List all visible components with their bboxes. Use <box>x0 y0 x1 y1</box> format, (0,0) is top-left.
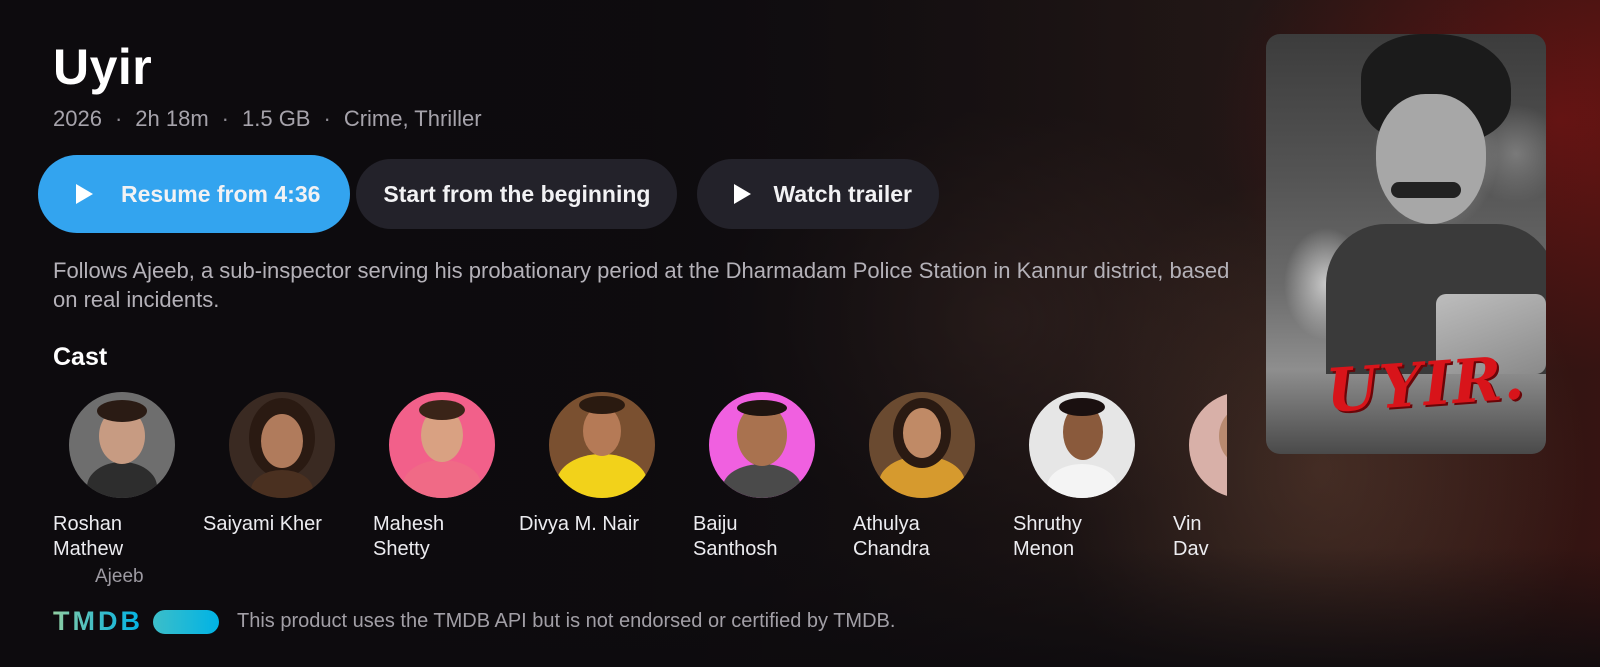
movie-meta: 2026 · 2h 18m · 1.5 GB · Crime, Thriller <box>53 106 482 132</box>
avatar <box>69 392 175 498</box>
avatar <box>1189 392 1227 498</box>
avatar <box>1029 392 1135 498</box>
play-icon <box>734 184 752 204</box>
cast-member[interactable]: Divya M. Nair <box>519 392 683 537</box>
cast-member[interactable]: Roshan Mathew Ajeeb <box>53 392 203 588</box>
avatar <box>229 392 335 498</box>
start-label: Start from the beginning <box>383 180 651 207</box>
cast-member[interactable]: Athulya Chandra <box>853 392 1003 562</box>
cast-member[interactable]: Vin Dav <box>1173 392 1227 562</box>
cast-name: Baiju Santhosh <box>693 513 778 560</box>
tmdb-logo-pill <box>152 609 219 634</box>
avatar <box>389 392 495 498</box>
avatar <box>869 392 975 498</box>
trailer-label: Watch trailer <box>773 180 912 207</box>
cast-name: Mahesh Shetty <box>373 513 445 560</box>
page-title: Uyir <box>53 39 153 95</box>
cast-name: Vin Dav <box>1173 513 1209 560</box>
cast-name: Saiyami Kher <box>203 513 322 535</box>
start-beginning-button[interactable]: Start from the beginning <box>356 159 678 229</box>
poster-title: UYIR. <box>1323 343 1528 427</box>
tmdb-attribution: TMDB This product uses the TMDB API but … <box>53 606 895 637</box>
cast-list: Roshan Mathew Ajeeb Saiyami Kher Mahesh … <box>53 392 1227 592</box>
watch-trailer-button[interactable]: Watch trailer <box>697 159 939 229</box>
cast-role: Ajeeb <box>95 566 144 587</box>
details-panel: Uyir 2026 · 2h 18m · 1.5 GB · Crime, Thr… <box>0 0 1230 667</box>
attribution-text: This product uses the TMDB API but is no… <box>236 610 896 632</box>
avatar <box>549 392 655 498</box>
cast-member[interactable]: Saiyami Kher <box>203 392 363 537</box>
avatar <box>709 392 815 498</box>
cast-name: Athulya Chandra <box>853 513 930 560</box>
cast-heading: Cast <box>53 343 108 371</box>
action-buttons: Resume from 4:36 Start from the beginnin… <box>38 155 959 233</box>
tmdb-logo-text: TMDB <box>53 606 143 636</box>
cast-name: Roshan Mathew <box>53 513 124 560</box>
cast-name: Shruthy Menon <box>1013 513 1082 560</box>
movie-poster: UYIR. <box>1266 34 1546 454</box>
meta-genres: Crime, Thriller <box>343 106 482 131</box>
resume-label: Resume from 4:36 <box>121 180 321 207</box>
play-icon <box>76 184 93 204</box>
meta-runtime: 2h 18m <box>135 106 209 131</box>
meta-separator: · <box>221 106 229 131</box>
meta-separator: · <box>323 106 331 131</box>
movie-overview: Follows Ajeeb, a sub-inspector serving h… <box>53 258 1230 312</box>
cast-member[interactable]: Shruthy Menon <box>1013 392 1163 562</box>
poster-figure-face <box>1376 94 1486 224</box>
cast-member[interactable]: Mahesh Shetty <box>373 392 523 562</box>
cast-member[interactable]: Baiju Santhosh <box>693 392 843 562</box>
meta-year: 2026 <box>53 106 102 131</box>
poster-figure-mustache <box>1391 182 1461 198</box>
tmdb-logo: TMDB <box>53 606 219 637</box>
meta-separator: · <box>114 106 123 131</box>
cast-name: Divya M. Nair <box>519 513 640 535</box>
meta-size: 1.5 GB <box>242 106 311 131</box>
resume-button[interactable]: Resume from 4:36 <box>38 155 351 233</box>
